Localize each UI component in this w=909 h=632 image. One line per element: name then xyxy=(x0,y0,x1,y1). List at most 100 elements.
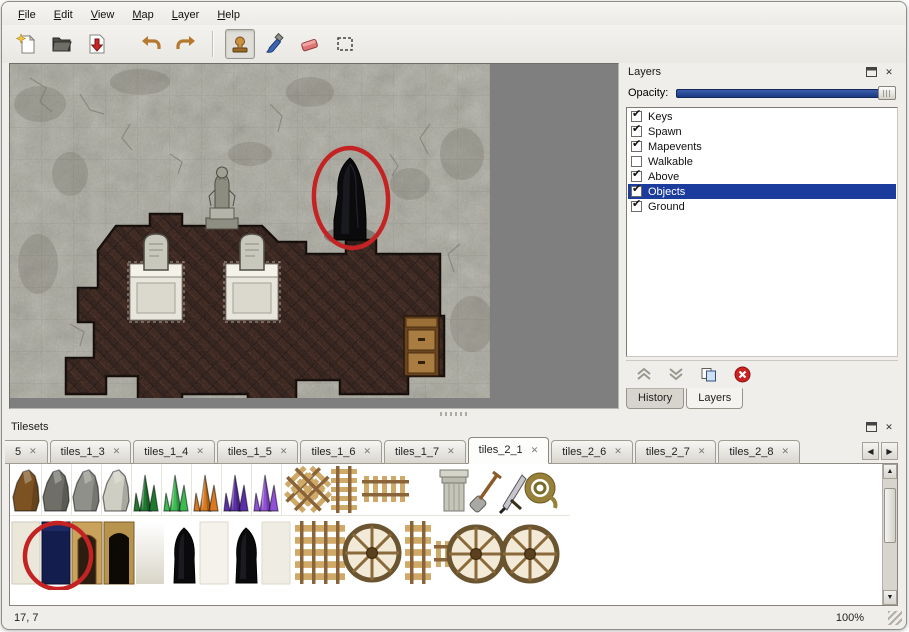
layer-name: Objects xyxy=(648,186,685,198)
tab-history[interactable]: History xyxy=(626,388,684,409)
tab-close-icon[interactable]: ✕ xyxy=(29,446,37,457)
tileset-tab-label: tiles_1_7 xyxy=(395,446,439,458)
opacity-slider-track[interactable] xyxy=(676,89,893,98)
status-bar: 17, 7 100% xyxy=(2,606,906,629)
tileset-tab[interactable]: tiles_1_5 ✕ xyxy=(217,440,299,464)
opacity-slider[interactable] xyxy=(676,85,896,101)
float-panel-icon[interactable] xyxy=(864,421,878,434)
layer-checkbox[interactable]: ✔ xyxy=(631,126,642,137)
layer-checkbox[interactable]: ✔ xyxy=(631,111,642,122)
save-icon xyxy=(86,33,108,55)
menu-file[interactable]: File xyxy=(10,6,44,24)
tileset-tab[interactable]: tiles_1_7 ✕ xyxy=(384,440,466,464)
tileset-tab[interactable]: tiles_2_6 ✕ xyxy=(551,440,633,464)
layers-panel: Layers ✕ Opacity: ✔ Keys xyxy=(626,63,898,409)
layer-name: Keys xyxy=(648,111,672,123)
scrollbar-track[interactable] xyxy=(883,479,897,590)
delete-layer-button[interactable] xyxy=(734,366,751,383)
menu-layer[interactable]: Layer xyxy=(164,6,208,24)
stamp-tool-button[interactable] xyxy=(225,29,255,59)
tileset-tab[interactable]: tiles_2_8 ✕ xyxy=(718,440,800,464)
layers-panel-title: Layers ✕ xyxy=(626,63,898,81)
resize-grip[interactable] xyxy=(888,611,902,625)
layer-row-keys[interactable]: ✔ Keys xyxy=(628,109,896,124)
tileset-scrollbar[interactable]: ▲ ▼ xyxy=(882,464,897,605)
selection-tool-icon xyxy=(334,33,356,55)
layer-checkbox[interactable]: ✔ xyxy=(631,186,642,197)
tab-close-icon[interactable]: ✕ xyxy=(698,446,706,457)
scrollbar-thumb[interactable] xyxy=(884,488,896,543)
tileset-art xyxy=(10,464,882,590)
tab-layers[interactable]: Layers xyxy=(686,388,743,409)
open-button[interactable] xyxy=(47,29,77,59)
tab-close-icon[interactable]: ✕ xyxy=(781,446,789,457)
tab-close-icon[interactable]: ✕ xyxy=(531,445,539,456)
layer-checkbox[interactable]: ✔ xyxy=(631,156,642,167)
fill-tool-button[interactable] xyxy=(260,29,290,59)
tileset-tabs: 5 ✕ tiles_1_3 ✕ tiles_1_4 ✕ tiles_1_5 ✕ … xyxy=(9,436,898,464)
tileset-tab[interactable]: 5 ✕ xyxy=(5,440,48,464)
raise-layer-button[interactable] xyxy=(636,367,652,381)
map-canvas[interactable] xyxy=(9,63,619,409)
tab-close-icon[interactable]: ✕ xyxy=(280,446,288,457)
tile-selected-navy[interactable] xyxy=(42,522,70,584)
layer-checkbox[interactable]: ✔ xyxy=(631,201,642,212)
menu-edit[interactable]: Edit xyxy=(46,6,81,24)
menu-view[interactable]: View xyxy=(83,6,123,24)
scroll-up-icon[interactable]: ▲ xyxy=(883,464,897,479)
eraser-tool-button[interactable] xyxy=(295,29,325,59)
selection-tool-button[interactable] xyxy=(330,29,360,59)
float-panel-icon[interactable] xyxy=(864,66,878,79)
layers-panel-title-label: Layers xyxy=(628,66,661,78)
gravestone-right xyxy=(240,234,264,270)
tilesets-panel: Tilesets ✕ 5 ✕ tiles_1_3 ✕ tiles_1_4 ✕ t… xyxy=(2,418,906,606)
menu-help[interactable]: Help xyxy=(209,6,248,24)
layer-row-mapevents[interactable]: ✔ Mapevents xyxy=(628,139,896,154)
close-panel-icon[interactable]: ✕ xyxy=(882,421,896,434)
tileset-tab[interactable]: tiles_1_4 ✕ xyxy=(133,440,215,464)
tileset-tab-label: tiles_1_4 xyxy=(144,446,188,458)
save-button[interactable] xyxy=(82,29,112,59)
layer-list: ✔ Keys ✔ Spawn ✔ Mapevents ✔ Walkable ✔ xyxy=(626,107,898,357)
duplicate-layer-button[interactable] xyxy=(700,367,718,382)
layer-checkbox[interactable]: ✔ xyxy=(631,141,642,152)
tileset-tab[interactable]: tiles_1_6 ✕ xyxy=(300,440,382,464)
layer-row-above[interactable]: ✔ Above xyxy=(628,169,896,184)
raise-layer-icon xyxy=(636,367,652,381)
layer-actions xyxy=(626,360,898,385)
pane-splitter[interactable] xyxy=(2,409,906,418)
tab-close-icon[interactable]: ✕ xyxy=(447,446,455,457)
tab-close-icon[interactable]: ✕ xyxy=(614,446,622,457)
tileset-tab[interactable]: tiles_1_3 ✕ xyxy=(50,440,132,464)
layer-row-objects[interactable]: ✔ Objects xyxy=(628,184,896,199)
tileset-tab-label: tiles_1_3 xyxy=(61,446,105,458)
main-area: Layers ✕ Opacity: ✔ Keys xyxy=(2,63,906,409)
scroll-down-icon[interactable]: ▼ xyxy=(883,590,897,605)
lower-layer-button[interactable] xyxy=(668,367,684,381)
tileset-tab[interactable]: tiles_2_1 ✕ xyxy=(468,437,550,464)
redo-button[interactable] xyxy=(171,29,201,59)
layer-row-ground[interactable]: ✔ Ground xyxy=(628,199,896,214)
layer-checkbox[interactable]: ✔ xyxy=(631,171,642,182)
tile-rail-column-3 xyxy=(405,521,431,584)
opacity-slider-handle[interactable] xyxy=(878,86,896,100)
tab-close-icon[interactable]: ✕ xyxy=(364,446,372,457)
layer-row-walkable[interactable]: ✔ Walkable xyxy=(628,154,896,169)
undo-button[interactable] xyxy=(136,29,166,59)
tile-rail-column-2 xyxy=(319,521,345,584)
tab-close-icon[interactable]: ✕ xyxy=(113,446,121,457)
tile-white-gradient xyxy=(136,522,164,584)
layer-name: Spawn xyxy=(648,126,682,138)
tab-close-icon[interactable]: ✕ xyxy=(196,446,204,457)
tab-scroll-right-button[interactable]: ▶ xyxy=(881,442,898,460)
layer-row-spawn[interactable]: ✔ Spawn xyxy=(628,124,896,139)
tileset-canvas[interactable] xyxy=(10,464,882,605)
tile-cart-wheel-large xyxy=(345,526,399,580)
altar-platform-left xyxy=(130,264,182,320)
close-panel-icon[interactable]: ✕ xyxy=(882,66,896,79)
tile-cart-wheel-3 xyxy=(503,527,557,581)
menu-map[interactable]: Map xyxy=(124,6,161,24)
new-button[interactable] xyxy=(12,29,42,59)
tileset-tab[interactable]: tiles_2_7 ✕ xyxy=(635,440,717,464)
tab-scroll-left-button[interactable]: ◀ xyxy=(862,442,879,460)
